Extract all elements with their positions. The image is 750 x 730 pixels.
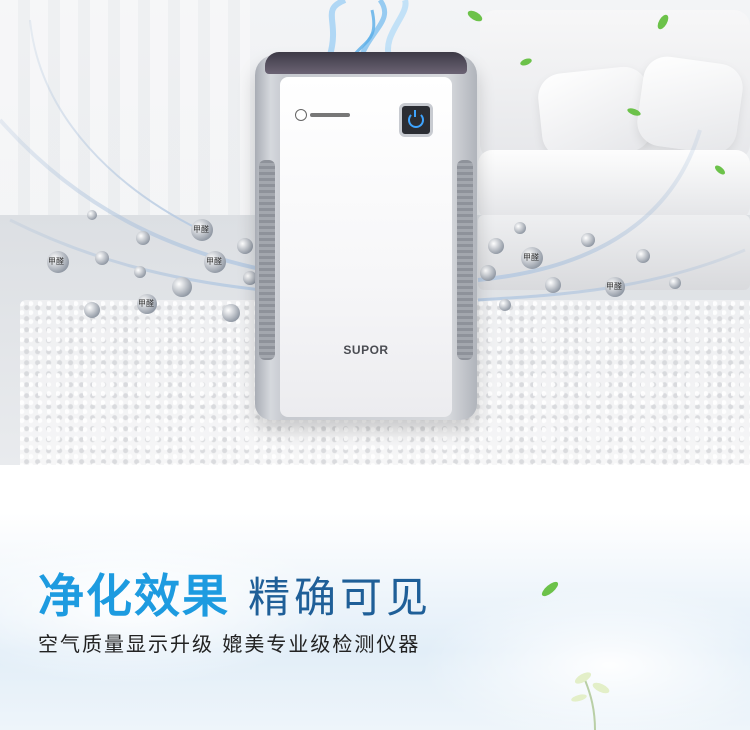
power-button bbox=[399, 103, 433, 137]
right-side-grille bbox=[457, 160, 473, 360]
formaldehyde-label: 甲醛 bbox=[206, 257, 222, 266]
formaldehyde-label: 甲醛 bbox=[523, 253, 539, 262]
caption-panel: 净化效果 精确可见 空气质量显示升级 媲美专业级检测仪器 bbox=[0, 465, 750, 730]
subheadline: 空气质量显示升级 媲美专业级检测仪器 bbox=[38, 632, 421, 656]
formaldehyde-label: 甲醛 bbox=[193, 225, 209, 234]
leaf-icon bbox=[541, 581, 559, 597]
formaldehyde-label: 甲醛 bbox=[138, 299, 154, 308]
brand-logo: SUPOR bbox=[343, 343, 389, 357]
headline-light: 精确可见 bbox=[248, 573, 433, 622]
headline: 净化效果 精确可见 bbox=[38, 560, 432, 626]
formaldehyde-label: 甲醛 bbox=[48, 257, 64, 266]
hero-scene: 甲醛 甲醛 甲醛 甲醛 甲醛 甲醛 SUPOR bbox=[0, 0, 750, 465]
formaldehyde-label: 甲醛 bbox=[606, 282, 622, 291]
air-purifier: SUPOR bbox=[255, 52, 477, 420]
headline-strong: 净化效果 bbox=[38, 569, 230, 623]
purifier-top-vent bbox=[265, 52, 467, 74]
leaf-icon bbox=[467, 10, 725, 175]
plant-sprig bbox=[571, 672, 610, 730]
power-icon bbox=[408, 110, 424, 128]
left-side-grille bbox=[259, 160, 275, 360]
certification-logo bbox=[295, 108, 355, 122]
